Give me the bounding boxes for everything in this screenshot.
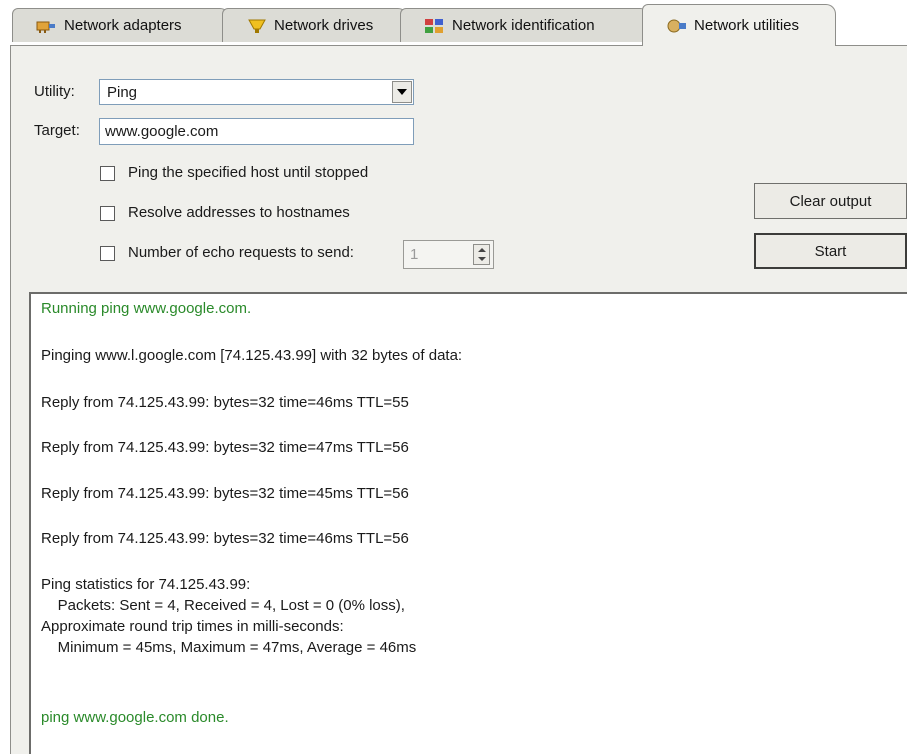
- target-input[interactable]: www.google.com: [99, 118, 414, 145]
- output-line: Ping statistics for 74.125.43.99:: [41, 576, 251, 593]
- echo-count-value: 1: [410, 246, 419, 263]
- network-adapters-icon: [35, 17, 59, 35]
- chevron-down-icon[interactable]: [392, 81, 412, 103]
- utility-select[interactable]: Ping: [99, 79, 414, 105]
- output-line: ping www.google.com done.: [41, 709, 229, 726]
- ping-until-stopped-label[interactable]: Ping the specified host until stopped: [128, 164, 368, 181]
- tab-label: Network adapters: [64, 17, 182, 34]
- network-identification-icon: [423, 17, 447, 35]
- start-button[interactable]: Start: [754, 233, 907, 269]
- output-line: Minimum = 45ms, Maximum = 47ms, Average …: [41, 639, 417, 656]
- output-console[interactable]: Running ping www.google.com. Pinging www…: [29, 292, 907, 754]
- spin-arrows-icon[interactable]: [473, 244, 490, 265]
- network-drives-icon: [245, 17, 269, 35]
- utility-value: Ping: [107, 83, 138, 101]
- output-line: Running ping www.google.com.: [41, 300, 252, 317]
- utility-label: Utility:: [34, 83, 75, 100]
- tab-label: Network utilities: [694, 17, 800, 34]
- output-line: Packets: Sent = 4, Received = 4, Lost = …: [41, 597, 405, 614]
- output-line: Reply from 74.125.43.99: bytes=32 time=4…: [41, 439, 409, 456]
- tab-network-drives[interactable]: Network drives: [222, 8, 408, 42]
- tab-network-utilities[interactable]: Network utilities: [642, 4, 836, 46]
- tab-label: Network identification: [452, 17, 595, 34]
- tab-network-identification[interactable]: Network identification: [400, 8, 650, 42]
- output-line: Pinging www.l.google.com [74.125.43.99] …: [41, 347, 463, 364]
- tab-network-adapters[interactable]: Network adapters: [12, 8, 230, 42]
- resolve-hostnames-checkbox[interactable]: [100, 206, 115, 221]
- echo-requests-checkbox[interactable]: [100, 246, 115, 261]
- echo-requests-label[interactable]: Number of echo requests to send:: [128, 244, 354, 261]
- output-line: Reply from 74.125.43.99: bytes=32 time=4…: [41, 485, 409, 502]
- tab-strip: Network adapters Network drives Network …: [0, 0, 907, 46]
- tab-label: Network drives: [274, 17, 374, 34]
- network-utilities-icon: [665, 17, 689, 35]
- target-value: www.google.com: [105, 123, 219, 140]
- output-line: Reply from 74.125.43.99: bytes=32 time=4…: [41, 530, 409, 547]
- output-line: Reply from 74.125.43.99: bytes=32 time=4…: [41, 394, 409, 411]
- resolve-hostnames-label[interactable]: Resolve addresses to hostnames: [128, 204, 350, 221]
- ping-until-stopped-checkbox[interactable]: [100, 166, 115, 181]
- clear-output-button[interactable]: Clear output: [754, 183, 907, 219]
- target-label: Target:: [34, 122, 80, 139]
- echo-count-stepper[interactable]: 1: [403, 240, 494, 269]
- output-line: Approximate round trip times in milli-se…: [41, 618, 344, 635]
